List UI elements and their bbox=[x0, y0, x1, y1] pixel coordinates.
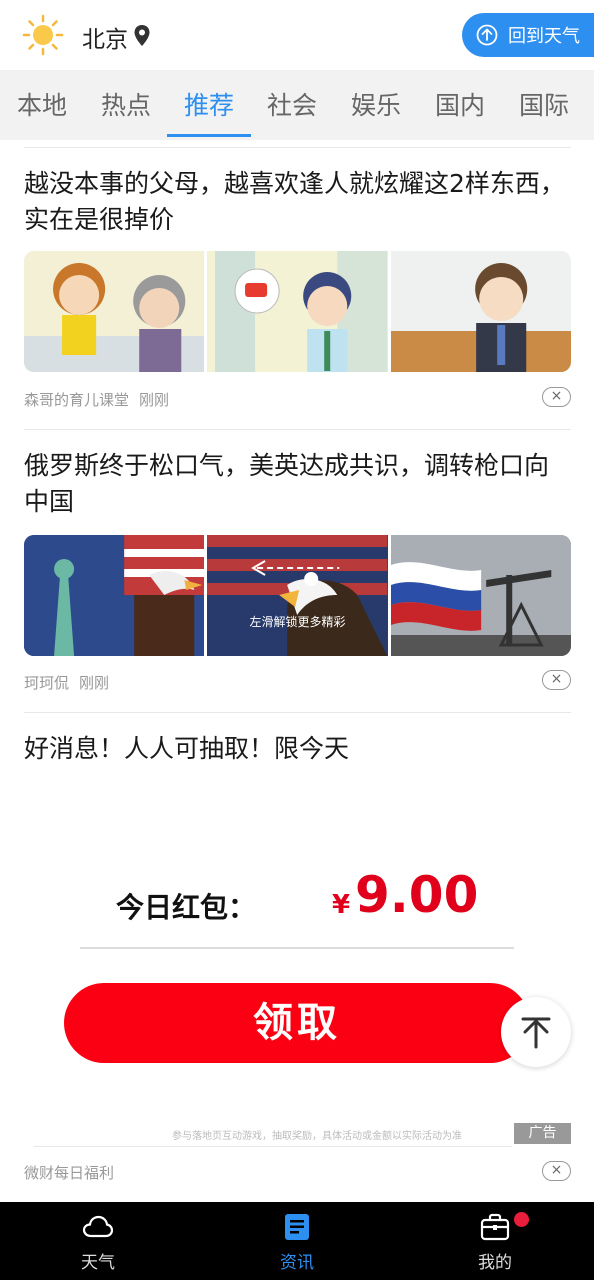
nav-weather[interactable]: 天气 bbox=[38, 1202, 158, 1280]
scroll-to-top-button[interactable] bbox=[501, 997, 571, 1067]
city-name[interactable]: 北京 bbox=[82, 20, 128, 54]
article-source: 珂珂侃 bbox=[24, 674, 70, 692]
divider bbox=[80, 947, 514, 949]
article-time: 刚刚 bbox=[79, 674, 110, 692]
divider bbox=[34, 1146, 512, 1147]
divider bbox=[24, 429, 571, 430]
news-icon bbox=[285, 1214, 309, 1240]
cartoon-businessman-image[interactable] bbox=[390, 251, 571, 372]
tab-domestic[interactable]: 国内 bbox=[418, 86, 502, 122]
tab-hot[interactable]: 热点 bbox=[84, 86, 168, 122]
statue-of-liberty-eagle-image[interactable] bbox=[24, 535, 205, 656]
cloud-icon bbox=[82, 1215, 114, 1238]
tab-society[interactable]: 社会 bbox=[250, 86, 334, 122]
nav-label: 资讯 bbox=[280, 1253, 314, 1273]
top-bar: 北京 回到天气 bbox=[0, 0, 594, 70]
ad-tag-label: 广告 bbox=[528, 1125, 557, 1141]
red-packet-amount: 9.00 bbox=[355, 866, 479, 924]
claim-button[interactable]: 领取 bbox=[64, 983, 530, 1063]
currency-symbol: ¥ bbox=[332, 890, 351, 920]
nav-label: 我的 bbox=[478, 1253, 512, 1273]
notification-badge bbox=[514, 1212, 529, 1227]
article-meta: 森哥的育儿课堂 刚刚 bbox=[24, 389, 169, 410]
article-meta: 微财每日福利 bbox=[24, 1162, 114, 1183]
dislike-close-button[interactable]: × bbox=[542, 1161, 571, 1181]
article-title[interactable]: 越没本事的父母，越喜欢逢人就炫耀这2样东西，实在是很掉价 bbox=[24, 166, 570, 238]
tab-entertainment[interactable]: 娱乐 bbox=[334, 86, 418, 122]
ad-disclaimer: 参与落地页互动游戏，抽取奖励，具体活动或金额以实际活动为准 bbox=[172, 1131, 462, 1142]
divider bbox=[24, 147, 571, 148]
tab-local[interactable]: 本地 bbox=[0, 86, 84, 122]
article-source: 森哥的育儿课堂 bbox=[24, 391, 130, 409]
article-image-row[interactable]: 左滑解锁更多精彩 bbox=[24, 535, 571, 656]
back-to-weather-button[interactable]: 回到天气 bbox=[462, 13, 594, 57]
russia-flag-oil-pump-image[interactable] bbox=[390, 535, 571, 656]
nav-label: 天气 bbox=[81, 1253, 115, 1273]
nav-profile[interactable]: 我的 bbox=[435, 1202, 555, 1280]
nav-news[interactable]: 资讯 bbox=[237, 1202, 357, 1280]
dislike-close-button[interactable]: × bbox=[542, 387, 571, 407]
article-meta: 珂珂侃 刚刚 bbox=[24, 672, 109, 693]
swipe-hint-text: 左滑解锁更多精彩 bbox=[249, 615, 346, 629]
sun-icon[interactable] bbox=[22, 14, 64, 56]
ad-tag: 广告 bbox=[514, 1123, 571, 1144]
briefcase-icon bbox=[480, 1213, 510, 1241]
eagle-flag-image[interactable]: 左滑解锁更多精彩 bbox=[207, 535, 388, 656]
ad-source: 微财每日福利 bbox=[24, 1164, 115, 1182]
back-to-weather-label: 回到天气 bbox=[508, 26, 580, 47]
tab-international[interactable]: 国际 bbox=[502, 86, 586, 122]
article-image-row[interactable] bbox=[24, 251, 571, 372]
ad-title[interactable]: 好消息！人人可抽取！限今天 bbox=[24, 731, 570, 767]
arrow-up-icon bbox=[521, 1017, 551, 1049]
bottom-navigation: 天气 资讯 我的 bbox=[0, 1202, 594, 1280]
article-time: 刚刚 bbox=[139, 391, 170, 409]
active-tab-indicator bbox=[167, 134, 251, 137]
dislike-close-button[interactable]: × bbox=[542, 670, 571, 690]
article-title[interactable]: 俄罗斯终于松口气，美英达成共识，调转枪口向中国 bbox=[24, 448, 570, 520]
cartoon-man-image[interactable] bbox=[207, 251, 388, 372]
red-packet-label: 今日红包： bbox=[116, 891, 257, 924]
category-tabs: 本地 热点 推荐 社会 娱乐 国内 国际 bbox=[0, 70, 594, 140]
tab-recommend[interactable]: 推荐 bbox=[167, 86, 251, 122]
ad-banner[interactable] bbox=[24, 780, 571, 1145]
divider bbox=[24, 712, 571, 713]
arrow-up-circle-icon bbox=[476, 24, 498, 46]
location-pin-icon[interactable] bbox=[133, 24, 151, 48]
cartoon-parents-image[interactable] bbox=[24, 251, 205, 372]
